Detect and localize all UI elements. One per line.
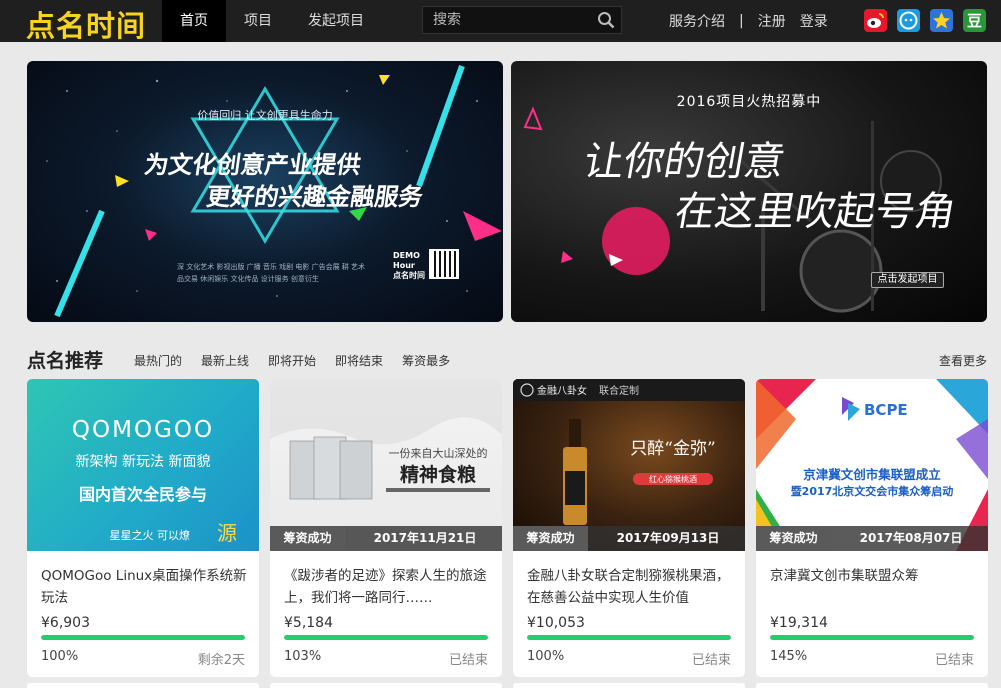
banner-left-categories: 深 文化艺术 影视出版 广播 音乐 戏剧 电影 广告会展 耕 艺术品交易 休闲娱… (177, 263, 366, 283)
demo-hour-badge: DEMO Hour 点名时间 (393, 251, 425, 280)
end-date: 2017年11月21日 (373, 531, 477, 545)
status-badge: 筹资成功 (513, 526, 588, 551)
svg-text:暨2017北京文交会市集众筹启动: 暨2017北京文交会市集众筹启动 (791, 484, 954, 498)
banner-left-subtitle: 价值回归 让文创更具生命力 (197, 109, 333, 122)
time-remaining: 剩余2天 (197, 653, 245, 668)
banner-right-headline-2: 在这里吹起号角 (671, 189, 960, 235)
site-logo[interactable]: 点名时间 (26, 3, 146, 45)
nav-home[interactable]: 首页 (162, 0, 226, 42)
banner-left-headline-1: 为文化创意产业提供 (142, 151, 363, 179)
funded-percent: 103% (284, 649, 322, 664)
svg-text:星星之火 可以燎: 星星之火 可以燎 (110, 528, 191, 542)
funding-progress-bar (527, 635, 731, 640)
promo-banner-right[interactable]: 2016项目火热招募中 让你的创意 在这里吹起号角 点击发起项目 (511, 61, 987, 322)
nav-projects[interactable]: 项目 (226, 0, 290, 42)
top-navigation-bar: 点名时间 首页 项目 发起项目 搜索 服务介绍 | 注册 登录 豆 (0, 0, 1001, 45)
link-separator: | (739, 13, 744, 29)
qzone-star-icon[interactable] (930, 9, 953, 32)
see-more-link[interactable]: 查看更多 (939, 352, 987, 369)
filter-tabs: 最热门的 最新上线 即将开始 即将结束 筹资最多 (134, 352, 469, 369)
progress-fill (770, 635, 974, 640)
section-title: 点名推荐 (27, 350, 104, 372)
progress-fill (284, 635, 488, 640)
status-badge: 筹资成功 (756, 526, 831, 551)
svg-text:一份来自大山深处的: 一份来自大山深处的 (389, 446, 488, 460)
funded-amount: ¥6,903 (41, 615, 90, 631)
svg-text:豆: 豆 (967, 12, 982, 30)
next-row-card (27, 683, 259, 688)
weibo-icon[interactable] (864, 9, 887, 32)
svg-text:红心猕猴桃酒: 红心猕猴桃酒 (649, 474, 697, 484)
register-link[interactable]: 注册 (758, 11, 786, 31)
svg-text:联合定制: 联合定制 (599, 384, 639, 397)
project-status-bar: 筹资成功 2017年09月13日 (513, 526, 745, 551)
project-image[interactable]: QOMOGOO 新架构 新玩法 新面貌 国内首次全民参与 星星之火 可以燎 源 (27, 379, 259, 551)
time-remaining: 已结束 (691, 653, 731, 668)
project-card[interactable]: BCPE 京津冀文创市集联盟成立 暨2017北京文交会市集众筹启动 筹资成功 2… (756, 379, 988, 677)
project-title[interactable]: 京津冀文创市集联盟众筹 (770, 565, 976, 609)
funded-amount: ¥10,053 (527, 615, 585, 631)
svg-text:只醉“金弥”: 只醉“金弥” (630, 439, 715, 459)
account-links: 服务介绍 | 注册 登录 (669, 0, 842, 42)
svg-text:BCPE: BCPE (864, 401, 908, 419)
time-remaining: 已结束 (448, 653, 488, 668)
project-title[interactable]: QOMOGoo Linux桌面操作系统新玩法 (41, 565, 247, 609)
main-nav: 首页 项目 发起项目 (162, 0, 382, 42)
search-box[interactable]: 搜索 (422, 6, 622, 34)
search-icon[interactable] (597, 11, 615, 29)
svg-text:源: 源 (217, 521, 237, 545)
filter-starting-soon[interactable]: 即将开始 (268, 352, 316, 369)
end-date: 2017年08月07日 (859, 531, 963, 545)
progress-fill (527, 635, 731, 640)
funded-percent: 145% (770, 649, 808, 664)
login-link[interactable]: 登录 (800, 11, 828, 31)
project-title[interactable]: 金融八卦女联合定制猕猴桃果酒，在慈善公益中实现人生价值 (527, 565, 733, 609)
filter-newest[interactable]: 最新上线 (201, 352, 249, 369)
nav-start-project[interactable]: 发起项目 (290, 0, 382, 42)
funded-amount: ¥19,314 (770, 615, 828, 631)
svg-text:新架构 新玩法 新面貌: 新架构 新玩法 新面貌 (76, 454, 211, 470)
next-row-card (270, 683, 502, 688)
start-project-button[interactable]: 点击发起项目 (871, 272, 944, 288)
filter-ending-soon[interactable]: 即将结束 (335, 352, 383, 369)
time-remaining: 已结束 (934, 653, 974, 668)
svg-text:京津冀文创市集联盟成立: 京津冀文创市集联盟成立 (803, 467, 941, 482)
funded-amount: ¥5,184 (284, 615, 333, 631)
svg-text:QOMOGOO: QOMOGOO (72, 417, 214, 443)
progress-fill (41, 635, 245, 640)
funded-percent: 100% (41, 649, 79, 664)
svg-text:金融八卦女: 金融八卦女 (537, 384, 587, 397)
qr-code-icon (429, 249, 459, 279)
banner-left-headline-2: 更好的兴趣金融服务 (204, 183, 425, 211)
filter-most-funded[interactable]: 筹资最多 (402, 352, 450, 369)
funding-progress-bar (284, 635, 488, 640)
end-date: 2017年09月13日 (616, 531, 720, 545)
funding-progress-bar (41, 635, 245, 640)
douban-icon[interactable]: 豆 (963, 9, 986, 32)
status-badge: 筹资成功 (270, 526, 345, 551)
funding-progress-bar (770, 635, 974, 640)
service-intro-link[interactable]: 服务介绍 (669, 11, 725, 31)
project-card[interactable]: 金融八卦女 联合定制 只醉“金弥” 红心猕猴桃酒 筹资成功 2017年09月13… (513, 379, 745, 677)
next-row-card (513, 683, 745, 688)
project-card[interactable]: QOMOGOO 新架构 新玩法 新面貌 国内首次全民参与 星星之火 可以燎 源 … (27, 379, 259, 677)
banner-right-subtitle: 2016项目火热招募中 (676, 94, 822, 110)
filter-hottest[interactable]: 最热门的 (134, 352, 182, 369)
project-title[interactable]: 《跋涉者的足迹》探索人生的旅途上，我们将一路同行…… (284, 565, 490, 609)
weixin-icon[interactable] (897, 9, 920, 32)
svg-text:国内首次全民参与: 国内首次全民参与 (79, 485, 207, 504)
search-input[interactable]: 搜索 (433, 7, 593, 33)
promo-banner-left[interactable]: 价值回归 让文创更具生命力 为文化创意产业提供 更好的兴趣金融服务 深 文化艺术… (27, 61, 503, 322)
svg-text:精神食粮: 精神食粮 (400, 463, 476, 486)
project-status-bar: 筹资成功 2017年08月07日 (756, 526, 988, 551)
project-card[interactable]: 一份来自大山深处的 精神食粮 筹资成功 2017年11月21日 《跋涉者的足迹》… (270, 379, 502, 677)
funded-percent: 100% (527, 649, 565, 664)
next-row-card (756, 683, 988, 688)
project-status-bar: 筹资成功 2017年11月21日 (270, 526, 502, 551)
